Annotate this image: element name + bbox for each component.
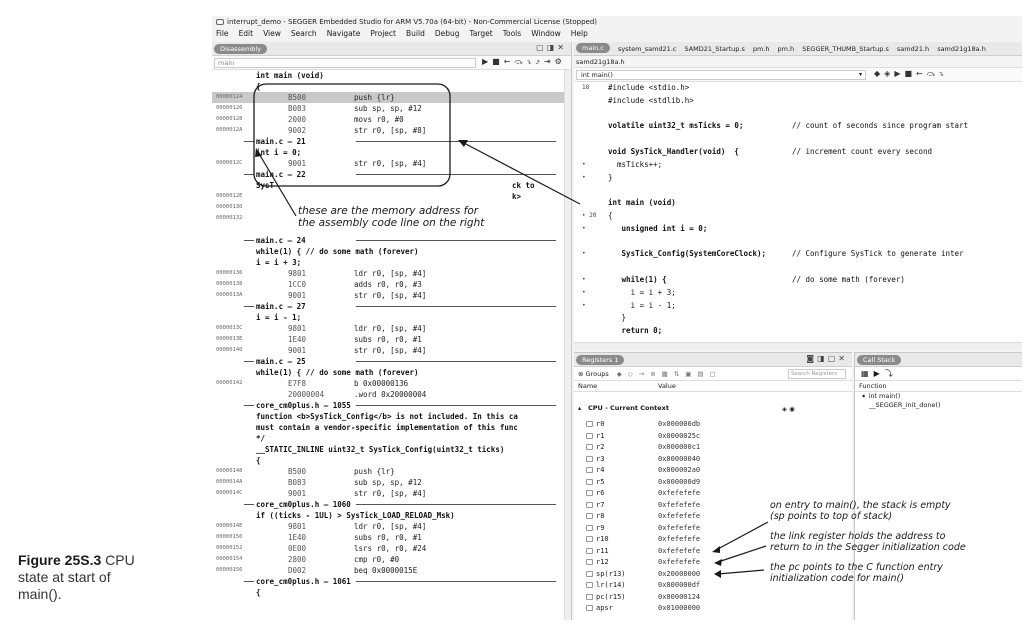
arrow-lr: [718, 546, 766, 562]
arrow-code-head: [458, 140, 468, 147]
arrow-lr-head: [714, 559, 722, 566]
highlight-box: [254, 84, 450, 186]
stack-note-1: on entry to main(), the stack is empty: [770, 500, 951, 511]
arrow-code: [462, 142, 580, 204]
memory-note-1: these are the memory address for: [298, 205, 478, 217]
lr-note-2: return to in the Segger initialization c…: [770, 542, 966, 553]
stack-note-2: (sp points to top of stack): [770, 511, 892, 522]
arrow-memory: [258, 152, 296, 216]
arrow-sp-head: [712, 546, 720, 553]
memory-note-2: the assembly code line on the right: [298, 217, 484, 229]
arrow-pc-head: [714, 570, 721, 578]
pc-note-2: initialization code for main(): [770, 573, 904, 584]
arrow-sp: [716, 522, 768, 550]
pc-note-1: the pc points to the C function entry: [770, 562, 943, 573]
arrow-memory-head: [255, 148, 262, 157]
lr-note-1: the link register holds the address to: [770, 531, 945, 542]
arrow-pc: [718, 570, 764, 574]
